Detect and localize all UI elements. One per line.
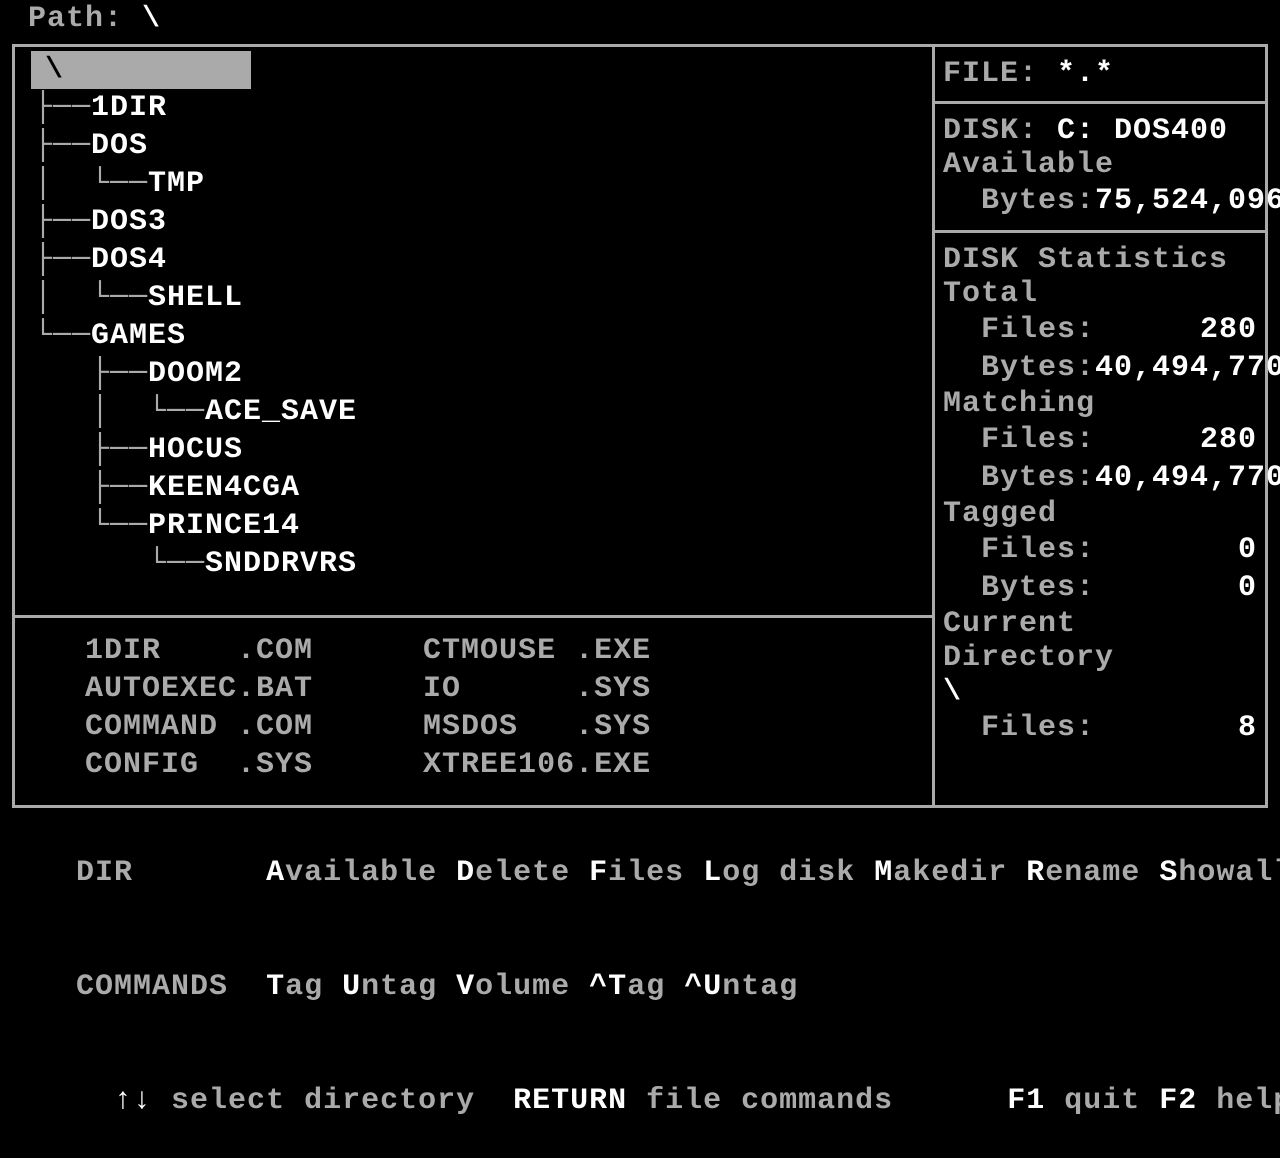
file-filter-value: *.* [1057,57,1114,91]
cmd-volume[interactable]: Volume [456,970,589,1004]
cmd-available[interactable]: Available [266,856,456,890]
file-item[interactable]: IO .SYS [423,670,651,708]
file-item[interactable]: MSDOS .SYS [423,708,651,746]
curdir-path: \ [943,675,1257,709]
stats-title: DISK Statistics [943,243,1257,277]
cmd-ctrl-tag[interactable]: ^Tag [589,970,684,1004]
cmd-delete[interactable]: Delete [456,856,589,890]
tagged-label: Tagged [943,497,1257,531]
cmd-help[interactable]: F2 help [1159,1084,1280,1118]
dir-label: DIR [76,856,133,890]
cmd-tag[interactable]: Tag [266,970,342,1004]
total-label: Total [943,277,1257,311]
command-bar: DIR Available Delete Files Log disk Make… [0,808,1280,1158]
curdir-label: Current Directory [943,607,1257,675]
available-label: Available [943,148,1257,182]
available-bytes-label: Bytes: [943,182,1095,220]
available-bytes: 75,524,096 [1095,182,1280,220]
updown-icon: ↑↓ [114,1084,152,1118]
cmd-untag[interactable]: Untag [342,970,456,1004]
file-filter-section: FILE: *.* [935,47,1265,104]
file-item[interactable]: AUTOEXEC.BAT [85,670,313,708]
tree-item[interactable]: ├──DOS [15,127,932,165]
main-frame: \ ├──1DIR ├──DOS │ └──TMP ├──DOS3 ├──DOS… [12,44,1268,808]
tree-item[interactable]: ├──HOCUS [15,431,932,469]
help-select-directory: select directory [152,1084,513,1118]
cmd-rename[interactable]: Rename [1026,856,1159,890]
tree-item[interactable]: ├──DOS3 [15,203,932,241]
file-item[interactable]: 1DIR .COM [85,632,313,670]
tree-item[interactable]: ├──1DIR [15,89,932,127]
file-item[interactable]: COMMAND .COM [85,708,313,746]
tree-item[interactable]: ├──DOOM2 [15,355,932,393]
help-return-key: RETURN [513,1084,627,1118]
file-label: FILE: [943,57,1038,91]
disk-value: C: DOS400 [1057,114,1228,148]
cmd-showall[interactable]: Showall e [1159,856,1280,890]
file-item[interactable]: CONFIG .SYS [85,746,313,784]
commands-label: COMMANDS [76,970,228,1004]
tree-item[interactable]: └──SNDDRVRS [15,545,932,583]
curdir-files: 8 [1238,709,1257,747]
file-item[interactable]: XTREE106.EXE [423,746,651,784]
total-bytes: 40,494,770 [1095,349,1280,387]
cmd-makedir[interactable]: Makedir [874,856,1026,890]
tagged-files: 0 [1238,531,1257,569]
file-list: 1DIR .COM AUTOEXEC.BAT COMMAND .COM CONF… [15,615,932,805]
disk-section: DISK: C: DOS400 Available Bytes:75,524,0… [935,104,1265,233]
tree-item[interactable]: └──PRINCE14 [15,507,932,545]
path-row: Path: \ [0,0,1280,44]
total-files: 280 [1200,311,1257,349]
tree-item[interactable]: ├──DOS4 [15,241,932,279]
disk-label: DISK: [943,114,1038,148]
tagged-bytes: 0 [1238,569,1257,607]
file-item[interactable]: CTMOUSE .EXE [423,632,651,670]
tree-root-selected[interactable]: \ [15,51,932,89]
matching-label: Matching [943,387,1257,421]
tree-item[interactable]: │ └──SHELL [15,279,932,317]
cmd-quit[interactable]: F1 quit [1007,1084,1159,1118]
help-file-commands: file commands [627,1084,893,1118]
path-label: Path: [28,2,123,36]
path-value: \ [142,2,161,36]
directory-tree[interactable]: \ ├──1DIR ├──DOS │ └──TMP ├──DOS3 ├──DOS… [15,47,932,615]
disk-statistics-section: DISK Statistics Total Files:280 Bytes:40… [935,233,1265,805]
matching-bytes: 40,494,770 [1095,459,1280,497]
matching-files: 280 [1200,421,1257,459]
info-pane: FILE: *.* DISK: C: DOS400 Available Byte… [935,47,1265,805]
cmd-log-disk[interactable]: Log disk [703,856,874,890]
cmd-files[interactable]: Files [589,856,703,890]
tree-item[interactable]: │ └──TMP [15,165,932,203]
tree-item[interactable]: └──GAMES [15,317,932,355]
cmd-ctrl-untag[interactable]: ^Untag [684,970,798,1004]
tree-item[interactable]: │ └──ACE_SAVE [15,393,932,431]
left-pane: \ ├──1DIR ├──DOS │ └──TMP ├──DOS3 ├──DOS… [15,47,935,805]
tree-item[interactable]: ├──KEEN4CGA [15,469,932,507]
